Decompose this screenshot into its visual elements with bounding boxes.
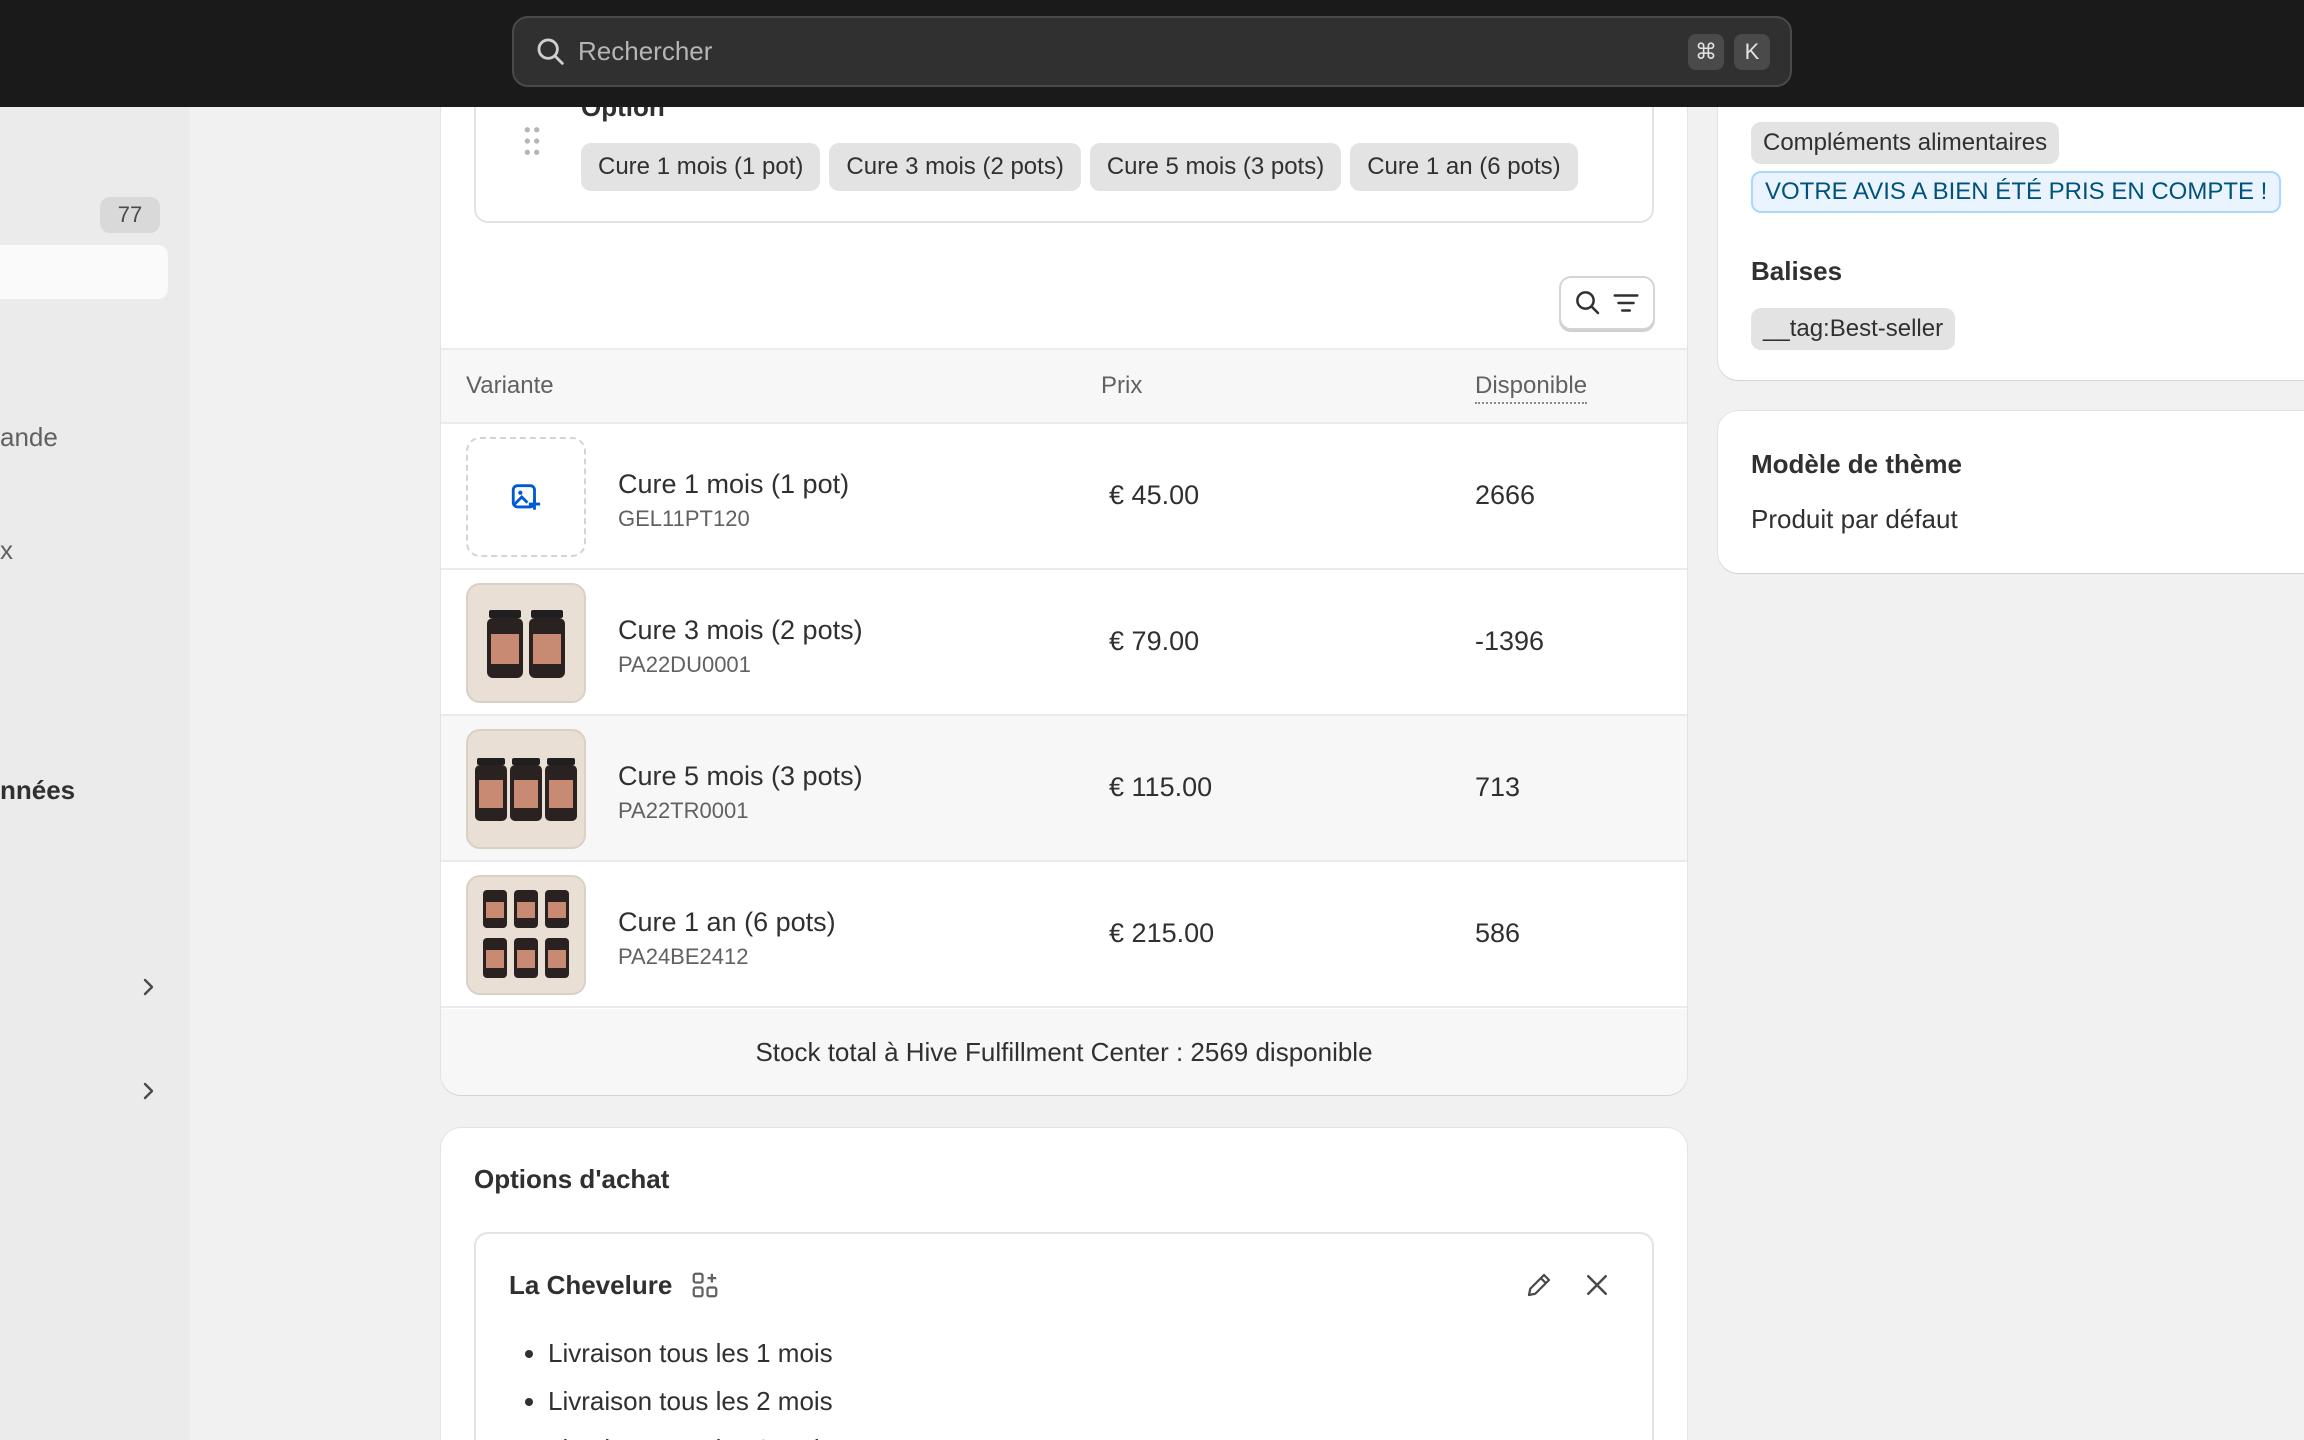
- search-filter-button[interactable]: [1559, 276, 1655, 330]
- purchase-plan: La Chevelure Livraison tous les 1 mois L…: [474, 1232, 1654, 1440]
- option-value-chip: Cure 3 mois (2 pots): [829, 143, 1081, 191]
- table-row[interactable]: Cure 1 an (6 pots) PA24BE2412 € 215.00 5…: [441, 862, 1687, 1008]
- theme-template-value[interactable]: Produit par défaut: [1751, 504, 1958, 535]
- variant-name[interactable]: Cure 3 mois (2 pots): [618, 615, 863, 646]
- price-value: 45.00: [1131, 480, 1200, 510]
- sidebar-item-commande[interactable]: ande: [0, 422, 58, 453]
- tags-label: Balises: [1751, 256, 1843, 286]
- price-value: 115.00: [1131, 772, 1213, 802]
- organization-card: Compléments alimentaires VOTRE AVIS A BI…: [1718, 60, 2304, 380]
- price-value: 79.00: [1131, 626, 1200, 656]
- add-image-icon: [511, 484, 541, 510]
- list-item: Livraison tous les 1 mois: [548, 1336, 833, 1384]
- sidebar-section-donnees: nnées: [0, 775, 76, 805]
- purchase-options-title: Options d'achat: [474, 1164, 670, 1194]
- variant-available[interactable]: 2666: [1475, 480, 1535, 511]
- edit-icon[interactable]: [1524, 1270, 1554, 1300]
- currency-symbol: €: [1109, 480, 1125, 510]
- product-jars-image: [487, 610, 565, 678]
- product-thumbnail[interactable]: [466, 729, 586, 849]
- variant-available[interactable]: -1396: [1475, 626, 1544, 657]
- product-thumbnail[interactable]: [466, 875, 586, 995]
- option-value-chip: Cure 1 mois (1 pot): [581, 143, 821, 191]
- variant-available[interactable]: 713: [1475, 772, 1520, 803]
- variant-price[interactable]: € 215.00: [1109, 918, 1214, 949]
- column-header-variant[interactable]: Variante: [466, 372, 554, 400]
- table-header: Variante Prix Disponible: [441, 348, 1687, 424]
- variant-sku: GEL11PT120: [618, 506, 750, 531]
- app-grid-icon: [692, 1272, 718, 1298]
- option-values: Cure 1 mois (1 pot) Cure 3 mois (2 pots)…: [581, 143, 1578, 191]
- list-item: Livraison tous les 2 mois: [548, 1384, 833, 1432]
- theme-template-card: Modèle de thème Produit par défaut: [1718, 411, 2304, 573]
- table-row[interactable]: Cure 3 mois (2 pots) PA22DU0001 € 79.00 …: [441, 570, 1687, 716]
- tag-chip[interactable]: __tag:Best-seller: [1751, 308, 1956, 350]
- variants-card: Option Cure 1 mois (1 pot) Cure 3 mois (…: [441, 80, 1687, 1095]
- currency-symbol: €: [1109, 626, 1125, 656]
- command-key: ⌘: [1688, 33, 1724, 70]
- search-icon: [537, 38, 564, 65]
- plan-name: La Chevelure: [509, 1270, 673, 1300]
- variant-price[interactable]: € 45.00: [1109, 480, 1199, 511]
- variant-price[interactable]: € 115.00: [1109, 772, 1212, 803]
- variant-sku: PA22TR0001: [618, 798, 749, 823]
- column-header-price[interactable]: Prix: [1101, 372, 1142, 400]
- search-icon: [1576, 291, 1600, 315]
- option-value-chip: Cure 1 an (6 pots): [1350, 143, 1578, 191]
- product-jars-image: [483, 890, 569, 978]
- search-input[interactable]: Rechercher: [578, 36, 1678, 67]
- add-image-button[interactable]: [466, 437, 586, 557]
- filter-icon: [1613, 294, 1639, 312]
- variant-sku: PA22DU0001: [618, 652, 751, 677]
- variant-sku: PA24BE2412: [618, 944, 749, 969]
- sidebar-count-badge: 77: [100, 197, 160, 233]
- top-bar: Rechercher ⌘ K: [0, 0, 2304, 107]
- table-row[interactable]: Cure 5 mois (3 pots) PA22TR0001 € 115.00…: [441, 716, 1687, 862]
- chevron-right-icon[interactable]: [136, 975, 160, 999]
- table-row[interactable]: Cure 1 mois (1 pot) GEL11PT120 € 45.00 2…: [441, 424, 1687, 570]
- variant-price[interactable]: € 79.00: [1109, 626, 1199, 657]
- sidebar-item-x[interactable]: x: [0, 535, 13, 566]
- info-tag[interactable]: VOTRE AVIS A BIEN ÉTÉ PRIS EN COMPTE !: [1751, 171, 2282, 213]
- variant-available[interactable]: 586: [1475, 918, 1520, 949]
- delivery-list: Livraison tous les 1 mois Livraison tous…: [548, 1336, 833, 1440]
- currency-symbol: €: [1109, 772, 1125, 802]
- stock-total: Stock total à Hive Fulfillment Center : …: [441, 1009, 1687, 1095]
- sidebar-item-active[interactable]: [0, 245, 168, 299]
- purchase-options-card: Options d'achat La Chevelure Livraison t…: [441, 1128, 1687, 1440]
- variant-name[interactable]: Cure 1 an (6 pots): [618, 907, 836, 938]
- sidebar: 77 ande x nnées: [0, 107, 190, 1440]
- theme-template-label: Modèle de thème: [1751, 449, 1962, 479]
- option-value-chip: Cure 5 mois (3 pots): [1089, 143, 1342, 191]
- column-header-available[interactable]: Disponible: [1475, 372, 1588, 404]
- close-icon[interactable]: [1582, 1270, 1612, 1300]
- k-key: K: [1734, 33, 1770, 70]
- currency-symbol: €: [1109, 918, 1125, 948]
- search-bar[interactable]: Rechercher ⌘ K: [512, 16, 1792, 87]
- variant-name[interactable]: Cure 5 mois (3 pots): [618, 761, 863, 792]
- drag-handle-icon[interactable]: [522, 126, 542, 156]
- list-item: Livraison tous les 3 mois: [548, 1432, 833, 1440]
- product-jars-image: [475, 758, 577, 821]
- product-thumbnail[interactable]: [466, 583, 586, 703]
- category-tag[interactable]: Compléments alimentaires: [1751, 122, 2060, 164]
- price-value: 215.00: [1131, 918, 1215, 948]
- chevron-right-icon[interactable]: [136, 1079, 160, 1103]
- variant-name[interactable]: Cure 1 mois (1 pot): [618, 469, 849, 500]
